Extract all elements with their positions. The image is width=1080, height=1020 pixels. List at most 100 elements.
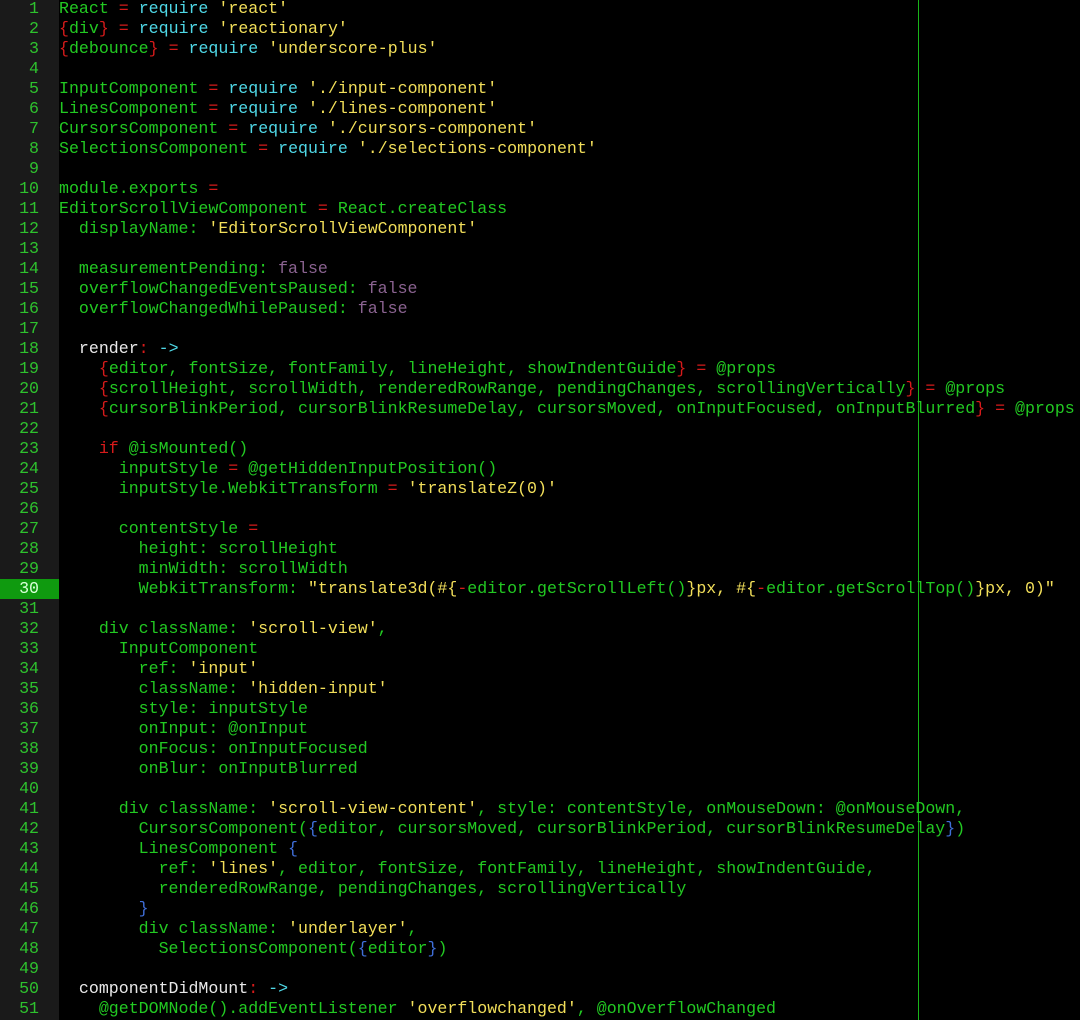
code-line[interactable]: contentStyle = <box>59 519 258 539</box>
line-number[interactable]: 34 <box>0 659 59 679</box>
line-number[interactable]: 35 <box>0 679 59 699</box>
line-number[interactable]: 41 <box>0 799 59 819</box>
line-number[interactable]: 29 <box>0 559 59 579</box>
line-number[interactable]: 50 <box>0 979 59 999</box>
code-line[interactable]: ref: 'lines', editor, fontSize, fontFami… <box>59 859 876 879</box>
code-token: { <box>307 819 318 838</box>
code-line[interactable]: {div} = require 'reactionary' <box>59 19 348 39</box>
code-line[interactable]: InputComponent <box>59 639 258 659</box>
code-line[interactable]: InputComponent = require './input-compon… <box>59 79 497 99</box>
line-number[interactable]: 20 <box>0 379 59 399</box>
line-number[interactable]: 36 <box>0 699 59 719</box>
line-number[interactable]: 11 <box>0 199 59 219</box>
code-line[interactable]: onFocus: onInputFocused <box>59 739 368 759</box>
code-line[interactable]: {scrollHeight, scrollWidth, renderedRowR… <box>59 379 1005 399</box>
line-number[interactable]: 12 <box>0 219 59 239</box>
code-line[interactable]: ref: 'input' <box>59 659 259 679</box>
line-number[interactable]: 38 <box>0 739 59 759</box>
code-line[interactable]: div className: 'underlayer', <box>59 919 418 939</box>
line-number[interactable]: 10 <box>0 179 59 199</box>
code-line[interactable]: {cursorBlinkPeriod, cursorBlinkResumeDel… <box>59 399 1075 419</box>
line-number[interactable]: 27 <box>0 519 59 539</box>
line-number[interactable]: 14 <box>0 259 59 279</box>
code-line[interactable]: inputStyle = @getHiddenInputPosition() <box>59 459 497 479</box>
code-line[interactable]: LinesComponent = require './lines-compon… <box>59 99 497 119</box>
code-line[interactable]: WebkitTransform: "translate3d(#{-editor.… <box>59 579 1055 599</box>
line-number[interactable]: 7 <box>0 119 59 139</box>
line-number[interactable]: 22 <box>0 419 59 439</box>
code-editor[interactable]: 1 2 3 4 5 6 7 8 9 10 11 12 13 14 15 16 17 18 19 20 21 22 23 24 2… <box>0 0 1080 1020</box>
line-number[interactable]: 37 <box>0 719 59 739</box>
code-token: } <box>98 19 109 38</box>
line-number[interactable]: 48 <box>0 939 59 959</box>
code-line[interactable]: SelectionsComponent = require './selecti… <box>59 139 597 159</box>
line-number[interactable]: 46 <box>0 899 59 919</box>
line-number[interactable]: 17 <box>0 319 59 339</box>
code-line[interactable]: module.exports = <box>59 179 218 199</box>
code-line[interactable]: minWidth: scrollWidth <box>59 559 348 579</box>
line-number[interactable]: 18 <box>0 339 59 359</box>
code-line[interactable]: CursorsComponent = require './cursors-co… <box>59 119 537 139</box>
code-line[interactable]: } <box>59 899 149 919</box>
line-number[interactable]: 24 <box>0 459 59 479</box>
line-number[interactable]: 3 <box>0 39 59 59</box>
line-number[interactable]: 32 <box>0 619 59 639</box>
code-text-area[interactable]: React = require 'react' {div} = require '… <box>59 0 1080 1020</box>
line-number[interactable]: 2 <box>0 19 59 39</box>
line-number[interactable]: 28 <box>0 539 59 559</box>
code-line[interactable]: style: inputStyle <box>59 699 308 719</box>
code-line[interactable]: onBlur: onInputBlurred <box>59 759 358 779</box>
code-line[interactable]: CursorsComponent({editor, cursorsMoved, … <box>59 819 966 839</box>
line-number[interactable]: 5 <box>0 79 59 99</box>
line-number[interactable]: 8 <box>0 139 59 159</box>
code-line[interactable]: displayName: 'EditorScrollViewComponent' <box>59 219 477 239</box>
code-line[interactable]: measurementPending: false <box>59 259 328 279</box>
code-line[interactable]: div className: 'scroll-view', <box>59 619 388 639</box>
code-line[interactable]: LinesComponent { <box>59 839 298 859</box>
line-number[interactable]: 42 <box>0 819 59 839</box>
code-line[interactable]: {editor, fontSize, fontFamily, lineHeigh… <box>59 359 776 379</box>
code-token: div className: <box>59 799 269 818</box>
line-number[interactable]: 15 <box>0 279 59 299</box>
line-number[interactable]: 9 <box>0 159 59 179</box>
line-number[interactable]: 16 <box>0 299 59 319</box>
line-number[interactable]: 21 <box>0 399 59 419</box>
line-number[interactable]: 51 <box>0 999 59 1019</box>
line-number[interactable]: 1 <box>0 0 59 19</box>
line-number[interactable]: 13 <box>0 239 59 259</box>
code-line[interactable]: EditorScrollViewComponent = React.create… <box>59 199 507 219</box>
code-line[interactable]: {debounce} = require 'underscore-plus' <box>59 39 438 59</box>
code-line[interactable]: height: scrollHeight <box>59 539 338 559</box>
line-number[interactable]: 47 <box>0 919 59 939</box>
code-line[interactable]: render: -> <box>59 339 179 359</box>
code-line[interactable]: SelectionsComponent({editor}) <box>59 939 448 959</box>
line-number[interactable]: 44 <box>0 859 59 879</box>
line-number[interactable]: 33 <box>0 639 59 659</box>
line-number[interactable]: 31 <box>0 599 59 619</box>
line-number[interactable]: 25 <box>0 479 59 499</box>
code-line[interactable]: React = require 'react' <box>59 0 288 19</box>
code-line[interactable]: componentDidMount: -> <box>59 979 288 999</box>
line-number-gutter[interactable]: 1 2 3 4 5 6 7 8 9 10 11 12 13 14 15 16 17 18 19 20 21 22 23 24 2… <box>0 0 59 1020</box>
line-number[interactable]: 43 <box>0 839 59 859</box>
code-token: div className: <box>59 619 249 638</box>
line-number[interactable]: 26 <box>0 499 59 519</box>
code-line[interactable]: @getDOMNode().addEventListener 'overflow… <box>59 999 776 1019</box>
code-line[interactable]: inputStyle.WebkitTransform = 'translateZ… <box>59 479 557 499</box>
line-number[interactable]: 19 <box>0 359 59 379</box>
code-line[interactable]: onInput: @onInput <box>59 719 308 739</box>
line-number[interactable]: 30 <box>0 579 59 599</box>
line-number[interactable]: 23 <box>0 439 59 459</box>
code-line[interactable]: overflowChangedEventsPaused: false <box>59 279 418 299</box>
line-number[interactable]: 39 <box>0 759 59 779</box>
code-line[interactable]: if @isMounted() <box>59 439 248 459</box>
code-line[interactable]: div className: 'scroll-view-content', st… <box>59 799 965 819</box>
code-line[interactable]: overflowChangedWhilePaused: false <box>59 299 408 319</box>
line-number[interactable]: 49 <box>0 959 59 979</box>
code-line[interactable]: className: 'hidden-input' <box>59 679 388 699</box>
line-number[interactable]: 45 <box>0 879 59 899</box>
line-number[interactable]: 6 <box>0 99 59 119</box>
line-number[interactable]: 4 <box>0 59 59 79</box>
code-line[interactable]: renderedRowRange, pendingChanges, scroll… <box>59 879 687 899</box>
line-number[interactable]: 40 <box>0 779 59 799</box>
